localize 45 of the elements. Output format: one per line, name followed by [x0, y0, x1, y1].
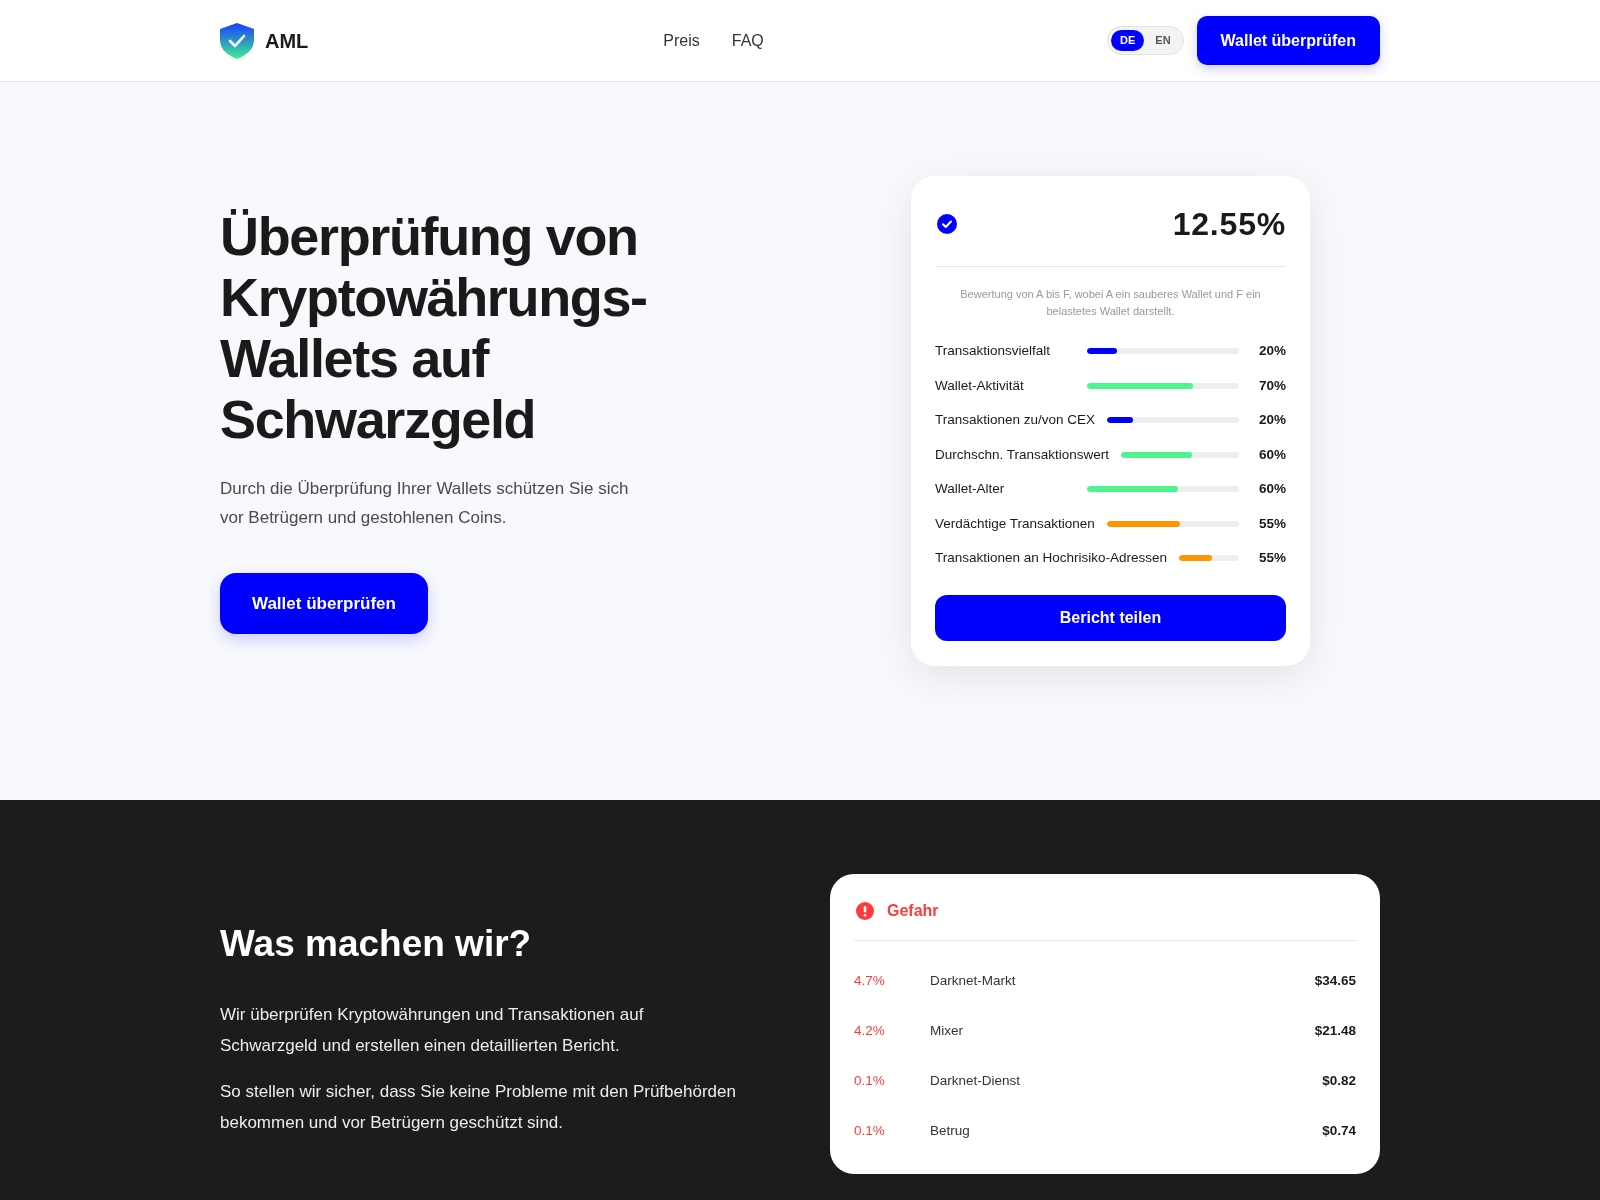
- share-report-button[interactable]: Bericht teilen: [935, 594, 1286, 641]
- metric-percentage: 60%: [1257, 480, 1286, 499]
- metric-label: Verdächtige Transaktionen: [935, 514, 1095, 533]
- danger-label: Gefahr: [887, 901, 939, 921]
- risk-amount: $0.82: [1322, 1071, 1356, 1090]
- check-wallet-button[interactable]: Wallet überprüfen: [1196, 16, 1380, 65]
- risk-amount: $21.48: [1314, 1021, 1356, 1040]
- risk-share: 0.1%: [854, 1071, 886, 1090]
- metric-percentage: 55%: [1257, 549, 1286, 568]
- metric-percentage: 55%: [1257, 514, 1286, 533]
- risk-category: Betrug: [930, 1121, 970, 1140]
- risk-amount: $0.74: [1322, 1121, 1356, 1140]
- metric-label: Transaktionen an Hochrisiko-Adressen: [935, 549, 1168, 568]
- metric-label: Wallet-Alter: [935, 480, 1006, 499]
- risk-category: Mixer: [930, 1021, 963, 1040]
- metric-label: Durchschn. Transaktionswert: [935, 445, 1110, 464]
- check-wallet-button[interactable]: Wallet überprüfen: [220, 573, 428, 634]
- nav-link[interactable]: Preis: [663, 28, 700, 53]
- language-option[interactable]: DE: [1111, 30, 1145, 51]
- metric-label: Wallet-Aktivität: [935, 376, 1025, 395]
- metric-percentage: 60%: [1257, 445, 1286, 464]
- shield-check-icon: [220, 22, 254, 59]
- metric-percentage: 20%: [1257, 411, 1286, 430]
- metric-percentage: 20%: [1257, 342, 1286, 361]
- risk-category: Darknet-Markt: [930, 971, 1016, 990]
- about-paragraph: So stellen wir sicher, dass Sie keine Probleme mit den Prüfbehörden bekommen und vor Betrügern geschützt sind.: [220, 1081, 737, 1134]
- logo-text: AML: [265, 28, 309, 54]
- metric-label: Transaktionsvielfalt: [935, 342, 1052, 361]
- hero-subtitle: Durch die Überprüfung Ihrer Wallets schützen Sie sich vor Betrügern und gestohlenen Coins.: [220, 478, 630, 529]
- about-heading: Was machen wir?: [220, 922, 533, 966]
- risk-share: 0.1%: [854, 1121, 886, 1140]
- check-circle-icon: [937, 214, 957, 234]
- risk-share: 4.7%: [854, 971, 886, 990]
- about-paragraph: Wir überprüfen Kryptowährungen und Transaktionen auf Schwarzgeld und erstellen einen detaillierten Bericht.: [220, 1004, 645, 1057]
- rating-description: Bewertung von A bis F, wobei A ein sauberes Wallet und F ein belastetes Wallet darstellt.: [959, 287, 1262, 319]
- alert-circle-icon: [856, 902, 874, 920]
- nav-link[interactable]: FAQ: [731, 28, 764, 53]
- risk-score: 12.55%: [1172, 205, 1286, 244]
- language-option[interactable]: EN: [1146, 30, 1180, 51]
- hero-heading: Überprüfung von Kryptowährungs-Wallets auf Schwarzgeld: [220, 206, 648, 450]
- risk-category: Darknet-Dienst: [930, 1071, 1021, 1090]
- metric-label: Transaktionen zu/von CEX: [935, 411, 1096, 430]
- risk-amount: $34.65: [1314, 971, 1356, 990]
- metric-percentage: 70%: [1257, 376, 1286, 395]
- risk-share: 4.2%: [854, 1021, 886, 1040]
